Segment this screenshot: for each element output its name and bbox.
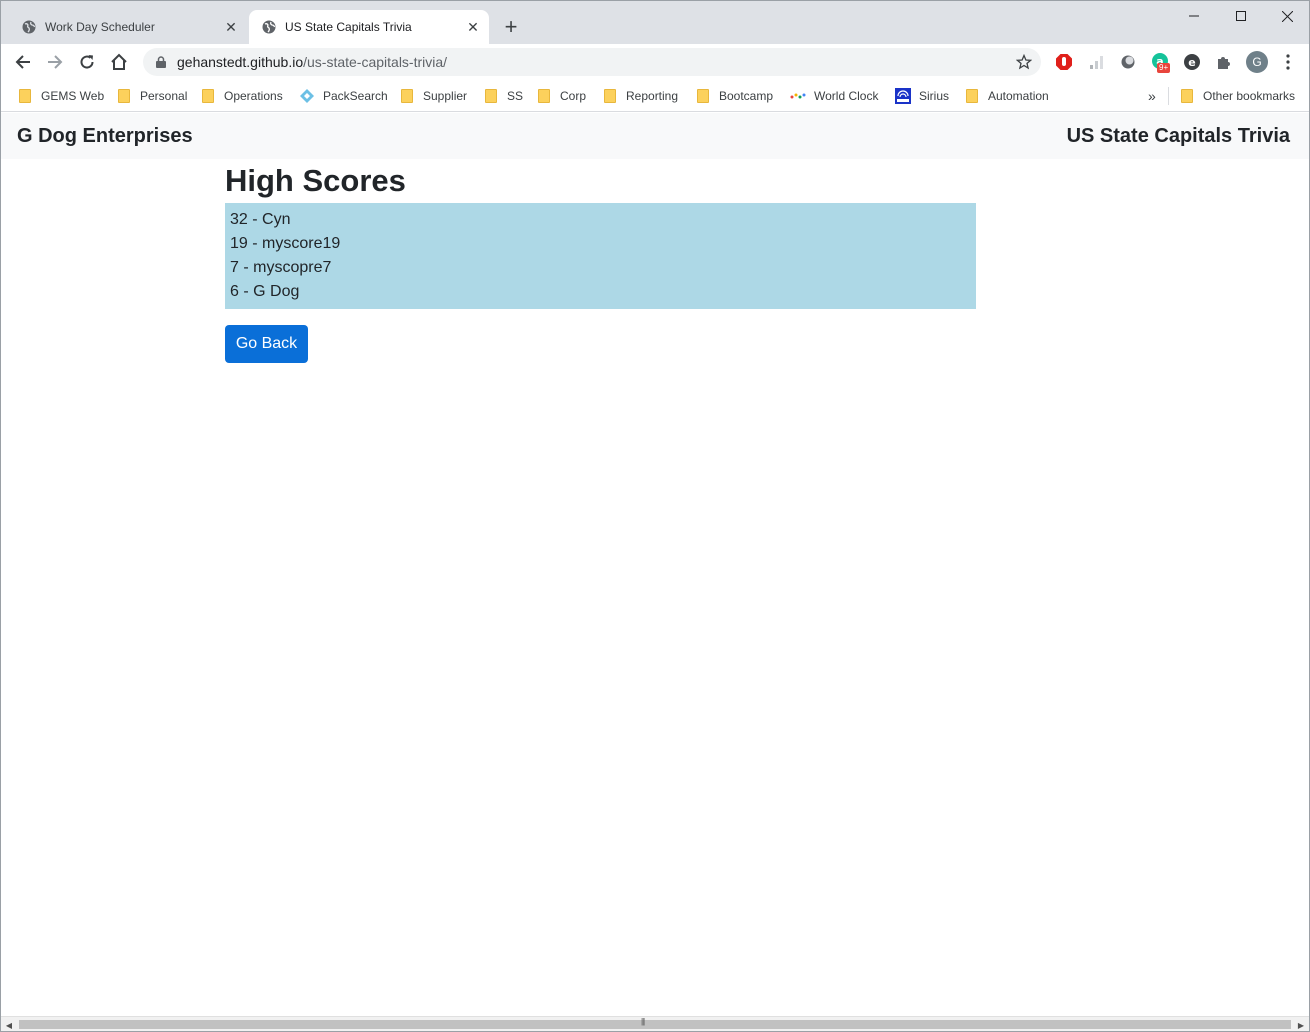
high-scores-list: 32 - Cyn 19 - myscore19 7 - myscopre7 6 …: [225, 203, 976, 309]
folder-icon: [200, 88, 216, 104]
go-back-button[interactable]: Go Back: [225, 325, 308, 363]
folder-icon: [483, 88, 499, 104]
page-content: G Dog Enterprises US State Capitals Triv…: [1, 113, 1309, 1016]
horizontal-scrollbar[interactable]: ◀ ||| ▶: [1, 1016, 1309, 1031]
puzzle-extensions-icon[interactable]: [1214, 52, 1234, 72]
bookmark-label: Supplier: [423, 89, 468, 103]
address-bar[interactable]: gehanstedt.github.io/us-state-capitals-t…: [143, 48, 1041, 76]
bookmark-label: Reporting: [626, 89, 679, 103]
tab-us-state-capitals-trivia[interactable]: US State Capitals Trivia ✕: [249, 10, 489, 44]
tab-title: Work Day Scheduler: [45, 20, 155, 34]
profile-avatar[interactable]: G: [1246, 51, 1268, 73]
bookmark-world-clock[interactable]: World Clock: [790, 86, 878, 106]
folder-icon: [602, 88, 618, 104]
circle-extension-icon[interactable]: [1118, 52, 1138, 72]
bookmark-personal[interactable]: Personal: [116, 86, 187, 106]
folder-icon: [17, 88, 33, 104]
bookmark-label: GEMS Web: [41, 89, 105, 103]
url-host: gehanstedt.github.io: [177, 54, 304, 70]
folder-icon: [116, 88, 132, 104]
bookmarks-bar: GEMS Web Personal Operations PackSearch …: [1, 80, 1309, 112]
bookmark-corp[interactable]: Corp: [536, 86, 586, 106]
page-title: High Scores: [225, 163, 406, 198]
brand-title: G Dog Enterprises: [17, 125, 193, 147]
bookmark-label: PackSearch: [323, 89, 388, 103]
grammarly-extension-icon[interactable]: a 9+: [1150, 52, 1171, 73]
list-item: 32 - Cyn: [230, 211, 291, 228]
bookmark-label: World Clock: [814, 89, 879, 103]
bookmark-sirius[interactable]: Sirius: [895, 86, 949, 106]
bookmark-label: Automation: [988, 89, 1049, 103]
bookmark-label: Corp: [560, 89, 587, 103]
list-item: 7 - myscopre7: [230, 259, 332, 276]
bookmark-label: Operations: [224, 89, 283, 103]
stop-sign-extension-icon[interactable]: [1054, 52, 1074, 72]
bookmark-supplier[interactable]: Supplier: [399, 86, 467, 106]
minimize-button[interactable]: [1171, 1, 1217, 31]
bookmark-operations[interactable]: Operations: [200, 86, 283, 106]
dots-icon: [790, 88, 806, 104]
bookmark-gems-web[interactable]: GEMS Web: [17, 86, 104, 106]
list-item: 19 - myscore19: [230, 235, 341, 252]
folder-icon: [964, 88, 980, 104]
maximize-button[interactable]: [1218, 1, 1264, 31]
app-title: US State Capitals Trivia: [1066, 125, 1290, 147]
browser-toolbar: gehanstedt.github.io/us-state-capitals-t…: [1, 44, 1309, 80]
extension-badge: 9+: [1157, 63, 1171, 73]
bookmark-label: Bootcamp: [719, 89, 774, 103]
bookmark-other-bookmarks[interactable]: Other bookmarks: [1179, 86, 1295, 106]
bookmark-bootcamp[interactable]: Bootcamp: [695, 86, 773, 106]
scrollbar-thumb[interactable]: [19, 1020, 1291, 1029]
site-navbar: G Dog Enterprises US State Capitals Triv…: [1, 113, 1309, 159]
sirius-icon: [895, 88, 911, 104]
close-icon[interactable]: ✕: [221, 17, 241, 37]
globe-icon: [21, 19, 37, 35]
bookmarks-divider: [1168, 87, 1169, 105]
bookmark-automation[interactable]: Automation: [964, 86, 1049, 106]
signal-extension-icon[interactable]: [1086, 52, 1106, 72]
svg-text:e: e: [1188, 56, 1195, 69]
packsearch-icon: [299, 88, 315, 104]
back-arrow-icon[interactable]: [9, 48, 37, 76]
lock-icon[interactable]: [153, 54, 169, 70]
bookmark-label: Sirius: [919, 89, 950, 103]
tab-work-day-scheduler[interactable]: Work Day Scheduler ✕: [1, 10, 247, 44]
bookmark-reporting[interactable]: Reporting: [602, 86, 678, 106]
folder-icon: [1179, 88, 1195, 104]
folder-icon: [536, 88, 552, 104]
bookmark-label: Other bookmarks: [1203, 89, 1296, 103]
list-item: 6 - G Dog: [230, 283, 300, 300]
grip-icon: |||: [641, 1017, 645, 1026]
folder-icon: [399, 88, 415, 104]
home-icon[interactable]: [105, 48, 133, 76]
reload-icon[interactable]: [73, 48, 101, 76]
close-icon[interactable]: ✕: [463, 17, 483, 37]
forward-arrow-icon[interactable]: [41, 48, 69, 76]
bookmarks-overflow-button[interactable]: »: [1148, 86, 1156, 106]
bookmark-label: SS: [507, 89, 524, 103]
e-extension-icon[interactable]: e: [1182, 52, 1202, 72]
folder-icon: [695, 88, 711, 104]
tab-title: US State Capitals Trivia: [285, 20, 412, 34]
tab-strip: Work Day Scheduler ✕ US State Capitals T…: [1, 1, 1309, 44]
new-tab-button[interactable]: +: [499, 14, 523, 39]
browser-window: Work Day Scheduler ✕ US State Capitals T…: [0, 0, 1310, 1032]
bookmark-label: Personal: [140, 89, 188, 103]
bookmark-star-icon[interactable]: [1015, 53, 1033, 71]
bookmark-packsearch[interactable]: PackSearch: [299, 86, 388, 106]
scroll-left-icon[interactable]: ◀: [1, 1017, 17, 1031]
close-window-button[interactable]: [1264, 1, 1309, 31]
scroll-right-icon[interactable]: ▶: [1293, 1017, 1309, 1031]
globe-icon: [261, 19, 277, 35]
url-path: /us-state-capitals-trivia/: [303, 54, 448, 70]
menu-kebab-icon[interactable]: [1278, 52, 1298, 72]
bookmark-ss[interactable]: SS: [483, 86, 523, 106]
